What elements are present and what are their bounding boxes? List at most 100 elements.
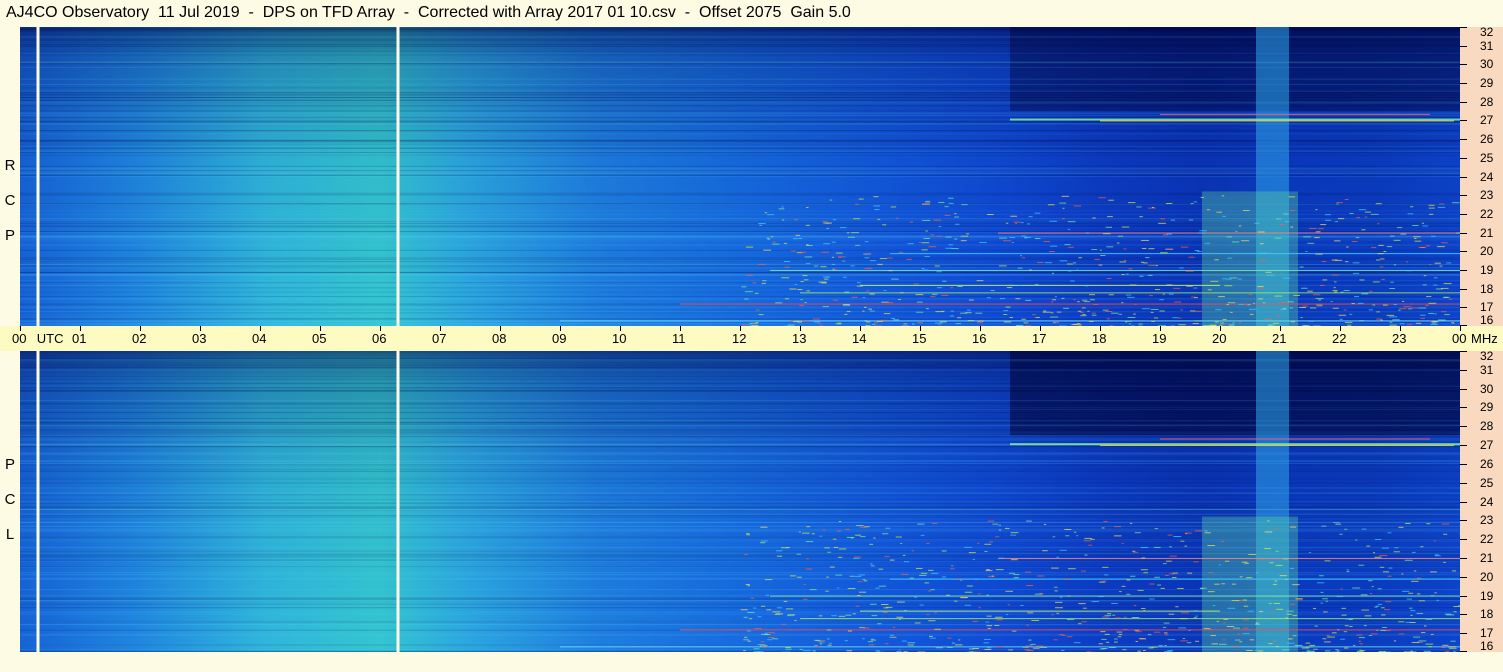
signal-speck	[1010, 534, 1017, 536]
signal-speck	[1273, 322, 1279, 324]
signal-speck	[873, 196, 879, 198]
signal-speck	[1162, 626, 1167, 628]
signal-speck	[1246, 649, 1253, 651]
signal-speck	[1333, 281, 1337, 283]
signal-speck	[1099, 249, 1102, 251]
frequency-axis-lcp: 32 31 30 29 28 27 26 25 24 23 22 21 20 19 18 17 16	[1460, 350, 1503, 652]
signal-speck	[784, 261, 791, 263]
signal-speck	[1158, 645, 1163, 647]
signal-speck	[889, 634, 895, 636]
signal-speck	[1402, 300, 1405, 302]
signal-speck	[1141, 308, 1150, 310]
signal-speck	[1106, 246, 1114, 248]
signal-speck	[1227, 607, 1236, 609]
time-tick-label: 04	[252, 331, 267, 346]
signal-speck	[1021, 257, 1026, 259]
signal-speck	[1193, 561, 1199, 563]
signal-speck	[976, 280, 984, 282]
signal-speck	[967, 320, 975, 322]
signal-speck	[1334, 240, 1341, 242]
signal-speck	[818, 641, 825, 643]
signal-speck	[1062, 207, 1065, 209]
signal-speck	[975, 578, 978, 580]
signal-speck	[1151, 206, 1155, 208]
signal-speck	[1132, 550, 1136, 552]
signal-speck	[1081, 621, 1087, 623]
signal-speck	[1308, 552, 1312, 554]
noise-streak	[20, 91, 1460, 93]
signal-speck	[1162, 563, 1167, 565]
signal-speck	[1103, 233, 1111, 235]
signal-speck	[1438, 203, 1445, 205]
signal-speck	[1067, 636, 1073, 638]
signal-speck	[857, 595, 861, 597]
signal-speck	[914, 622, 921, 624]
frequency-tick-label: 30	[1480, 57, 1494, 72]
signal-speck	[1006, 287, 1013, 289]
signal-speck	[768, 637, 775, 639]
signal-speck	[1031, 620, 1040, 622]
signal-speck	[1307, 242, 1315, 244]
signal-speck	[984, 551, 988, 553]
rfi-line	[998, 232, 1460, 234]
time-tick-label: 06	[372, 331, 387, 346]
signal-speck	[1139, 275, 1144, 277]
signal-speck	[1411, 641, 1420, 643]
signal-speck	[1448, 298, 1453, 300]
signal-speck	[1357, 302, 1364, 304]
noise-streak	[20, 90, 1460, 92]
signal-speck	[1451, 570, 1457, 572]
signal-speck	[1440, 311, 1447, 313]
signal-speck	[746, 274, 754, 276]
signal-speck	[921, 267, 925, 269]
noise-streak	[20, 454, 1460, 456]
signal-speck	[925, 200, 931, 202]
frequency-tick-label: 20	[1480, 244, 1494, 259]
signal-speck	[1274, 295, 1283, 297]
signal-speck	[983, 642, 989, 644]
signal-speck	[775, 302, 783, 304]
noise-streak	[20, 83, 1460, 85]
signal-speck	[968, 299, 974, 301]
signal-speck	[945, 236, 952, 238]
time-tick-label: 16	[972, 331, 987, 346]
signal-speck	[1127, 316, 1136, 318]
signal-speck	[1429, 213, 1434, 215]
signal-speck	[1393, 640, 1397, 642]
signal-speck	[950, 287, 954, 289]
signal-speck	[1393, 304, 1397, 306]
signal-speck	[1290, 209, 1296, 211]
frequency-tick	[1460, 595, 1467, 597]
noise-streak	[20, 487, 1460, 489]
signal-speck	[1369, 593, 1373, 595]
frequency-unit-label: MHz	[1471, 331, 1498, 346]
signal-speck	[1047, 204, 1055, 206]
signal-speck	[1208, 572, 1213, 574]
frequency-tick-label: 22	[1480, 532, 1494, 547]
signal-speck	[1434, 262, 1441, 264]
signal-speck	[1368, 634, 1373, 636]
signal-speck	[1413, 570, 1417, 572]
signal-speck	[886, 257, 893, 259]
lcp-label-strip: P C L	[0, 351, 20, 652]
noise-streak	[20, 168, 1460, 170]
signal-speck	[1415, 322, 1422, 324]
signal-speck	[831, 256, 834, 258]
signal-speck	[827, 644, 832, 646]
signal-speck	[1083, 540, 1091, 542]
signal-speck	[1231, 241, 1240, 243]
noise-streak	[20, 499, 1460, 501]
signal-speck	[1211, 643, 1219, 645]
signal-speck	[746, 534, 751, 536]
signal-speck	[1258, 287, 1264, 289]
noise-streak	[20, 468, 1460, 470]
signal-speck	[866, 290, 870, 292]
signal-speck	[934, 612, 937, 614]
noise-streak	[20, 176, 1460, 178]
signal-speck	[1005, 306, 1011, 308]
signal-speck	[1404, 559, 1413, 561]
signal-speck	[1149, 598, 1155, 600]
signal-speck	[878, 585, 887, 587]
signal-speck	[1323, 611, 1328, 613]
signal-speck	[1111, 602, 1118, 604]
